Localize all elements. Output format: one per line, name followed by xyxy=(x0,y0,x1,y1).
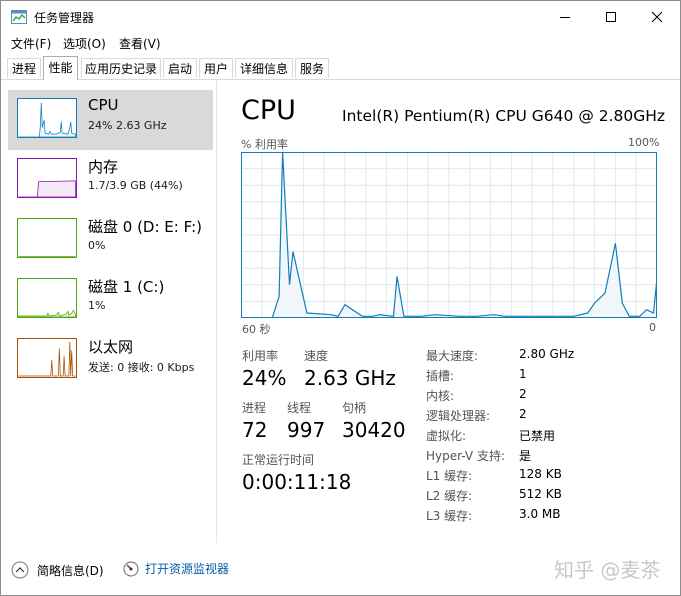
spec-virtualization-value: 已禁用 xyxy=(519,429,556,443)
spec-sockets-value: 1 xyxy=(519,367,527,381)
sidebar-memory-name: 内存 xyxy=(88,158,119,176)
tab-bar: 进程 性能 应用历史记录 启动 用户 详细信息 服务 xyxy=(1,56,680,80)
spec-virtualization-label: 虚拟化: xyxy=(426,429,467,443)
tab-services[interactable]: 服务 xyxy=(295,58,329,78)
task-manager-icon xyxy=(11,10,27,24)
tab-app-history[interactable]: 应用历史记录 xyxy=(81,58,161,78)
memory-thumbnail-graph xyxy=(17,158,77,198)
menu-bar: 文件(F) 选项(O) 查看(V) xyxy=(1,32,680,54)
spec-hyperv-label: Hyper-V 支持: xyxy=(426,449,505,463)
close-icon xyxy=(651,11,663,22)
sidebar-item-ethernet[interactable]: 以太网 发送: 0 接收: 0 Kbps xyxy=(8,330,213,390)
utilization-value: 24% xyxy=(242,366,287,390)
minimize-icon xyxy=(560,16,570,18)
sidebar-ethernet-name: 以太网 xyxy=(88,338,134,356)
disk1-thumbnail-graph xyxy=(17,278,77,318)
sidebar-item-memory[interactable]: 内存 1.7/3.9 GB (44%) xyxy=(8,150,213,210)
speed-value: 2.63 GHz xyxy=(304,366,396,390)
footer: 简略信息(D) 打开资源监视器 知乎 @麦茶 xyxy=(1,546,680,595)
menu-file[interactable]: 文件(F) xyxy=(11,35,51,52)
open-resource-monitor-label: 打开资源监视器 xyxy=(145,562,230,576)
brief-info-button[interactable]: 简略信息(D) xyxy=(11,561,104,579)
spec-l3-label: L3 缓存: xyxy=(426,509,473,523)
handles-label: 句柄 xyxy=(342,401,367,415)
sidebar-disk1-name: 磁盘 1 (C:) xyxy=(88,278,165,296)
spec-hyperv-value: 是 xyxy=(519,449,532,463)
processes-value: 72 xyxy=(242,418,268,442)
sidebar-disk0-sub: 0% xyxy=(88,239,106,252)
brief-info-label: 简略信息(D) xyxy=(37,563,104,578)
cpu-thumbnail-graph xyxy=(17,98,77,138)
maximize-icon xyxy=(606,11,616,22)
spec-l2-label: L2 缓存: xyxy=(426,489,473,503)
tab-startup[interactable]: 启动 xyxy=(163,58,197,78)
open-resource-monitor-link[interactable]: 打开资源监视器 xyxy=(123,560,229,577)
sidebar-cpu-sub: 24% 2.63 GHz xyxy=(88,119,167,132)
tab-processes[interactable]: 进程 xyxy=(7,58,41,78)
spec-cores-value: 2 xyxy=(519,387,527,401)
resource-monitor-icon xyxy=(123,561,139,576)
axis-zero-label: 0 xyxy=(649,321,656,334)
minimize-button[interactable] xyxy=(542,1,588,32)
tab-users[interactable]: 用户 xyxy=(199,58,233,78)
threads-value: 997 xyxy=(287,418,326,442)
menu-options[interactable]: 选项(O) xyxy=(63,35,106,52)
spec-l1-value: 128 KB xyxy=(519,467,562,481)
spec-l2-value: 512 KB xyxy=(519,487,562,501)
spec-logical-value: 2 xyxy=(519,407,527,421)
sidebar-disk0-name: 磁盘 0 (D: E: F:) xyxy=(88,218,202,236)
sidebar-item-disk1[interactable]: 磁盘 1 (C:) 1% xyxy=(8,270,213,330)
sidebar-cpu-name: CPU xyxy=(88,96,119,114)
resource-sidebar: CPU 24% 2.63 GHz 内存 1.7/3.9 GB (44%) 磁盘 … xyxy=(1,80,217,543)
watermark: 知乎 @麦茶 xyxy=(554,558,661,582)
handles-value: 30420 xyxy=(342,418,406,442)
close-button[interactable] xyxy=(634,1,680,32)
sidebar-memory-sub: 1.7/3.9 GB (44%) xyxy=(88,179,183,192)
disk0-thumbnail-graph xyxy=(17,218,77,258)
title-bar[interactable]: 任务管理器 xyxy=(1,1,680,32)
threads-label: 线程 xyxy=(287,401,312,415)
cpu-utilization-graph xyxy=(241,152,657,318)
tab-details[interactable]: 详细信息 xyxy=(235,58,293,78)
spec-cores-label: 内核: xyxy=(426,389,455,403)
spec-logical-label: 逻辑处理器: xyxy=(426,409,491,423)
spec-l3-value: 3.0 MB xyxy=(519,507,561,521)
uptime-value: 0:00:11:18 xyxy=(242,470,352,494)
tab-performance[interactable]: 性能 xyxy=(43,56,78,80)
spec-l1-label: L1 缓存: xyxy=(426,469,473,483)
ethernet-thumbnail-graph xyxy=(17,338,77,378)
sidebar-item-disk0[interactable]: 磁盘 0 (D: E: F:) 0% xyxy=(8,210,213,270)
axis-time-label: 60 秒 xyxy=(242,323,271,336)
page-title: CPU xyxy=(241,95,296,126)
sidebar-ethernet-sub: 发送: 0 接收: 0 Kbps xyxy=(88,361,195,374)
processes-label: 进程 xyxy=(242,401,267,415)
chevron-up-icon xyxy=(11,561,29,579)
axis-utilization-label: % 利用率 xyxy=(241,138,288,151)
axis-max-label: 100% xyxy=(628,136,660,149)
menu-view[interactable]: 查看(V) xyxy=(119,35,161,52)
utilization-label: 利用率 xyxy=(242,349,279,363)
spec-max-speed-value: 2.80 GHz xyxy=(519,347,575,361)
maximize-button[interactable] xyxy=(588,1,634,32)
sidebar-disk1-sub: 1% xyxy=(88,299,106,312)
spec-max-speed-label: 最大速度: xyxy=(426,349,479,363)
uptime-label: 正常运行时间 xyxy=(242,453,315,467)
task-manager-window: 任务管理器 文件(F) 选项(O) 查看(V) 进程 性能 应用历史记录 启动 … xyxy=(0,0,681,596)
speed-label: 速度 xyxy=(304,349,329,363)
window-title: 任务管理器 xyxy=(34,11,95,25)
sidebar-item-cpu[interactable]: CPU 24% 2.63 GHz xyxy=(8,90,213,150)
spec-sockets-label: 插槽: xyxy=(426,369,455,383)
cpu-model: Intel(R) Pentium(R) CPU G640 @ 2.80GHz xyxy=(342,107,666,125)
